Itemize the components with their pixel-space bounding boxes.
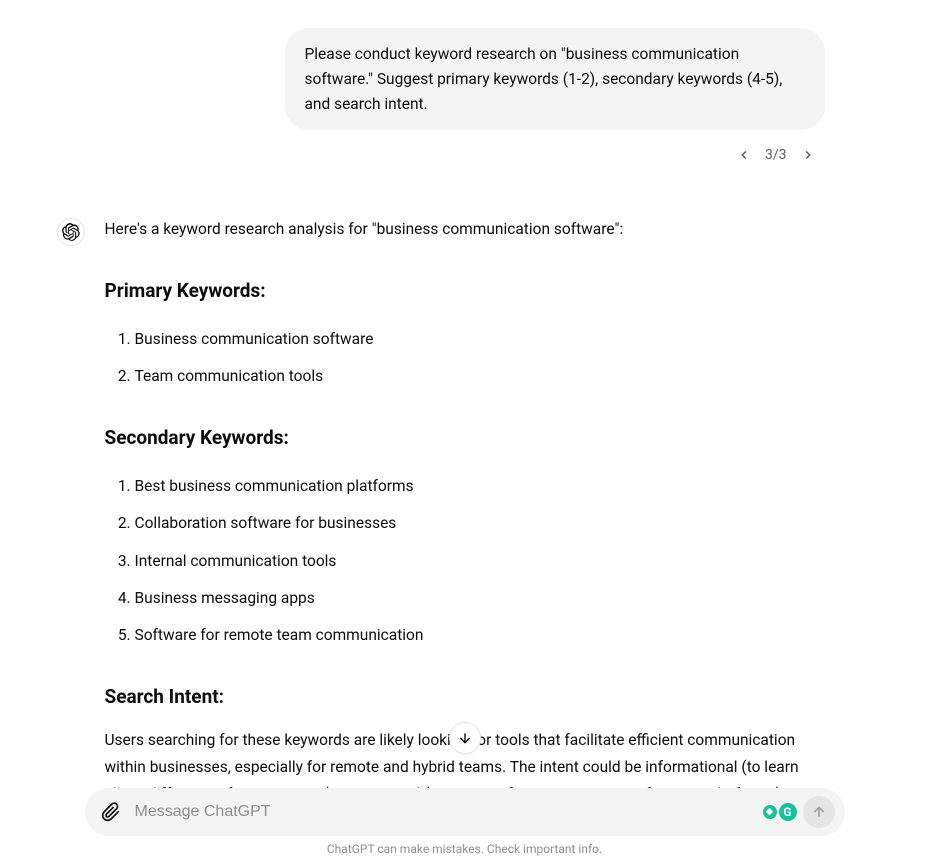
user-message: Please conduct keyword research on "busi… <box>285 28 825 130</box>
search-intent-heading: Search Intent: <box>105 680 825 713</box>
list-item: Business communication software <box>135 321 825 358</box>
list-item: Business messaging apps <box>135 580 825 617</box>
attach-button[interactable] <box>95 796 127 828</box>
user-message-row: Please conduct keyword research on "busi… <box>105 28 825 130</box>
openai-logo-icon <box>62 223 80 241</box>
pagination-counter: 3/3 <box>765 147 787 163</box>
list-item: Best business communication platforms <box>135 468 825 505</box>
grammarly-badge[interactable]: ◆ G <box>763 803 797 821</box>
next-message-button[interactable] <box>797 144 819 166</box>
assistant-avatar <box>57 218 85 246</box>
send-button[interactable] <box>803 796 835 828</box>
arrow-down-icon <box>457 730 473 746</box>
footer-disclaimer: ChatGPT can make mistakes. Check importa… <box>0 842 929 856</box>
conversation-viewport: Please conduct keyword research on "busi… <box>85 28 845 836</box>
prev-message-button[interactable] <box>733 144 755 166</box>
composer: ◆ G <box>85 788 845 836</box>
list-item: Team communication tools <box>135 358 825 395</box>
primary-keywords-heading: Primary Keywords: <box>105 274 825 307</box>
assistant-intro: Here's a keyword research analysis for "… <box>105 216 825 243</box>
message-input[interactable] <box>135 797 755 827</box>
primary-keywords-list: Business communication software Team com… <box>105 321 825 395</box>
chevron-right-icon <box>801 148 815 162</box>
list-item: Internal communication tools <box>135 543 825 580</box>
composer-right-icons: ◆ G <box>763 796 835 828</box>
scroll-to-bottom-button[interactable] <box>449 722 481 754</box>
secondary-keywords-heading: Secondary Keywords: <box>105 421 825 454</box>
grammarly-icon: G <box>779 803 797 821</box>
secondary-keywords-list: Best business communication platforms Co… <box>105 468 825 654</box>
chevron-left-icon <box>737 148 751 162</box>
list-item: Software for remote team communication <box>135 617 825 654</box>
composer-container: ◆ G <box>0 788 929 836</box>
list-item: Collaboration software for businesses <box>135 505 825 542</box>
message-pagination: 3/3 <box>105 144 819 166</box>
grammarly-small-icon: ◆ <box>763 805 777 819</box>
paperclip-icon <box>101 802 121 822</box>
arrow-up-icon <box>811 804 827 820</box>
